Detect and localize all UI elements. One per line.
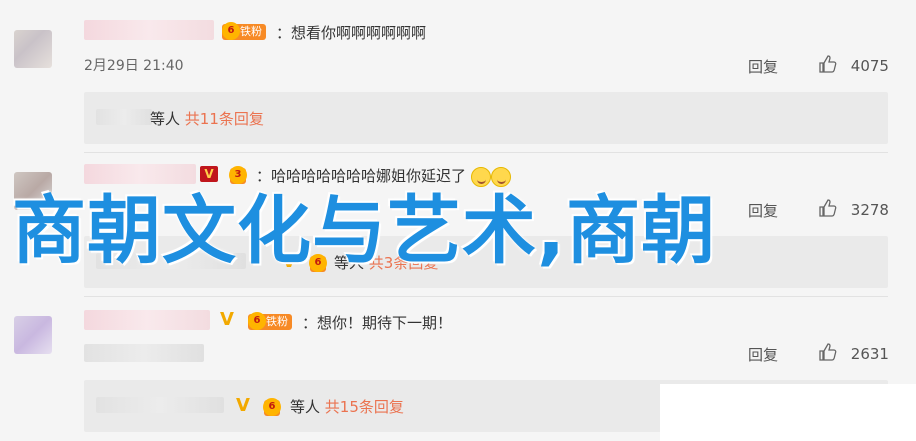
fan-badge-label: 铁粉	[266, 315, 288, 328]
username-blurred[interactable]	[84, 20, 214, 40]
comment-text: ：哈哈哈哈哈哈哈娜姐你延迟了	[256, 165, 511, 187]
like-count: 3278	[850, 201, 889, 219]
fan-badge-icon: 6 铁粉	[248, 312, 292, 330]
reply-button[interactable]: 回复	[748, 200, 778, 221]
like-count: 2631	[850, 345, 889, 363]
fan-badge-icon: 6	[263, 398, 281, 416]
like-button[interactable]: 2631	[818, 342, 889, 366]
fan-badge-label: 铁粉	[240, 25, 262, 38]
fan-ring-icon: 6	[263, 398, 281, 416]
username-blurred[interactable]	[84, 164, 196, 184]
laugh-emoji-icon	[490, 166, 511, 187]
comment-time: 2月29日 21:40	[84, 58, 184, 74]
sub-replies-link[interactable]: 共11条回复	[185, 110, 264, 128]
sub-suffix: 等人	[150, 110, 181, 128]
like-icon	[818, 198, 838, 222]
username-blurred[interactable]	[84, 310, 210, 330]
sub-replies-text: 等人 共11条回复	[150, 108, 264, 129]
fan-ring-icon: 6	[222, 22, 240, 40]
fan-badge-icon: 6 铁粉	[222, 22, 266, 40]
avatar[interactable]	[14, 316, 52, 354]
fan-badge-icon: 3	[229, 166, 247, 184]
like-icon	[818, 54, 838, 78]
divider	[84, 296, 888, 297]
sub-username-blurred	[96, 397, 224, 413]
comment-text: ：想你！期待下一期！	[302, 314, 453, 332]
avatar[interactable]	[14, 30, 52, 68]
divider	[84, 152, 888, 153]
like-icon	[818, 342, 838, 366]
like-count: 4075	[850, 57, 889, 75]
sub-replies-link[interactable]: 共15条回复	[325, 398, 404, 416]
laugh-emoji-icon	[470, 166, 491, 187]
reply-button[interactable]: 回复	[748, 344, 778, 365]
fan-ring-icon: 3	[229, 166, 247, 184]
comment-text-body: ：哈哈哈哈哈哈哈娜姐你延迟了	[256, 167, 467, 185]
white-cover-block	[660, 384, 916, 441]
sub-suffix: 等人	[290, 398, 321, 416]
time-blurred	[84, 344, 204, 362]
verified-v-icon: V	[236, 395, 250, 416]
reply-button[interactable]: 回复	[748, 56, 778, 77]
comment-text: ：想看你啊啊啊啊啊啊	[276, 24, 427, 42]
sub-replies-box[interactable]: 等人 共11条回复	[84, 92, 888, 144]
verified-v-icon: V	[220, 309, 234, 330]
like-button[interactable]: 3278	[818, 198, 889, 222]
like-button[interactable]: 4075	[818, 54, 889, 78]
sub-username-blurred	[96, 109, 152, 125]
fan-ring-icon: 6	[248, 312, 266, 330]
overlay-title: 商朝文化与艺术,商朝	[12, 188, 717, 274]
verified-v-icon: V	[200, 166, 218, 182]
sub-replies-text: 等人 共15条回复	[290, 396, 404, 417]
